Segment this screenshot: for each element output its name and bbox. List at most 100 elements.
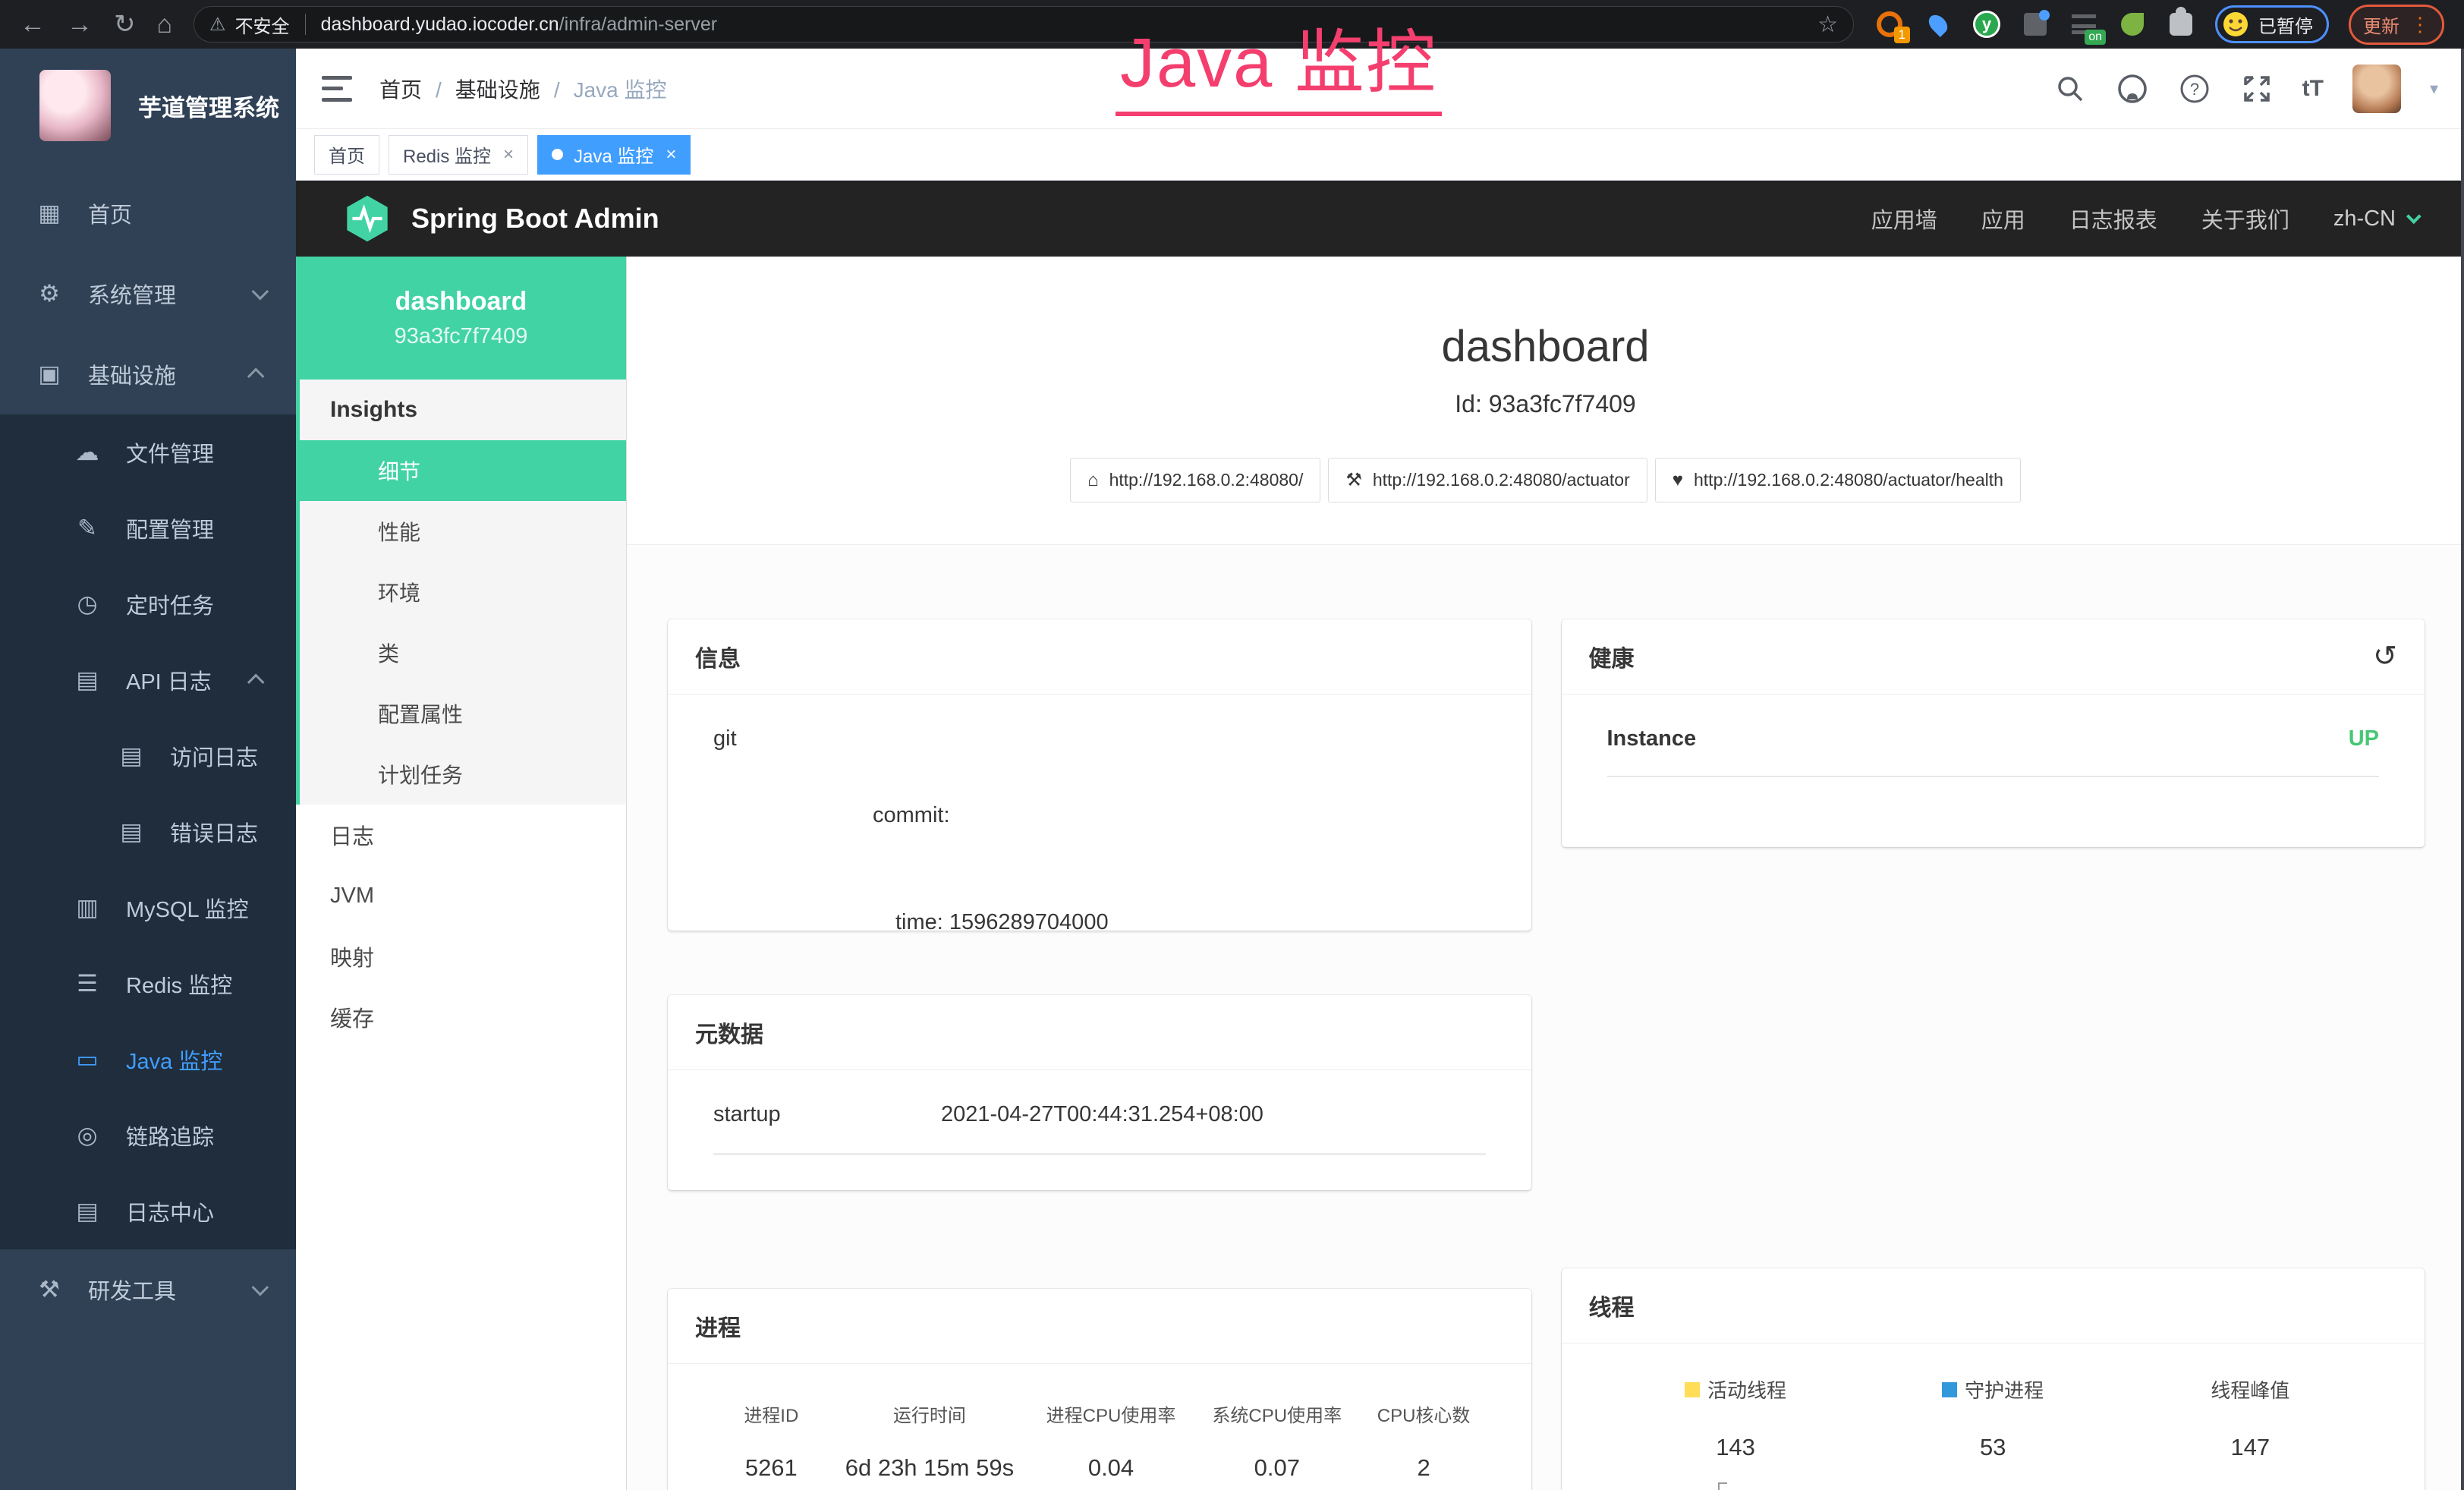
service-url: http://192.168.0.2:48080/ — [1109, 470, 1304, 490]
warning-icon: ⚠ — [209, 14, 226, 36]
breadcrumb-home[interactable]: 首页 — [379, 74, 422, 104]
sidebar-item-api-log[interactable]: ▤ API 日志 — [0, 642, 296, 718]
insights-item-environment[interactable]: 环境 — [300, 562, 626, 622]
app-logo[interactable]: 芋道管理系统 — [0, 49, 296, 162]
sidebar-item-dev-tools[interactable]: ⚒ 研发工具 — [0, 1249, 296, 1330]
search-icon[interactable] — [2053, 72, 2087, 106]
insights-item-config-props[interactable]: 配置属性 — [300, 683, 626, 744]
sidebar-item-trace[interactable]: ◎ 链路追踪 — [0, 1098, 296, 1173]
page-title: dashboard — [627, 321, 2464, 372]
sidebar-item-redis[interactable]: ☰ Redis 监控 — [0, 946, 296, 1022]
info-card: 信息 git commit: time: 1596289704000 id: 2… — [668, 619, 1531, 931]
extension-switch-icon[interactable]: on — [2069, 10, 2098, 39]
process-card: 进程 进程ID 5261 运行时间 — [668, 1289, 1531, 1490]
instance-header[interactable]: dashboard 93a3fc7f7409 — [296, 257, 626, 380]
font-size-icon[interactable]: tT — [2302, 76, 2324, 102]
locale-dropdown[interactable]: zh-CN — [2333, 206, 2417, 232]
sidebar-item-file[interactable]: ☁ 文件管理 — [0, 414, 296, 490]
chevron-up-icon — [247, 368, 265, 386]
insights-item-details[interactable]: 细节 — [300, 440, 626, 501]
instance-label: Instance — [1607, 726, 1697, 751]
git-value: commit: time: 1596289704000 id: 27aa832 … — [873, 726, 1109, 931]
history-icon[interactable]: ↺ — [2373, 642, 2397, 671]
github-icon[interactable] — [2116, 72, 2149, 106]
breadcrumb-current: Java 监控 — [554, 74, 667, 104]
process-col-cpus: CPU核心数 2 — [1362, 1400, 1486, 1482]
fullscreen-icon[interactable] — [2240, 72, 2274, 106]
tag-home[interactable]: 首页 — [314, 135, 379, 175]
user-avatar[interactable] — [2352, 65, 2401, 113]
metadata-card-header: 元数据 — [668, 995, 1531, 1070]
window-scrollbar-edge[interactable] — [2461, 49, 2464, 1490]
extension-y-icon[interactable]: y — [1972, 10, 2001, 39]
main-content: dashboard Id: 93a3fc7f7409 ⌂ http://192.… — [627, 257, 2464, 1490]
extension-pin-icon[interactable] — [1924, 10, 1953, 39]
security-label[interactable]: 不安全 — [235, 11, 290, 38]
sba-nav-wallboard[interactable]: 应用墙 — [1871, 203, 1937, 235]
locale-label: zh-CN — [2333, 206, 2396, 232]
insights-item-classes[interactable]: 类 — [300, 622, 626, 683]
breadcrumb-infra[interactable]: 基础设施 — [436, 74, 540, 104]
sidebar-item-home[interactable]: ▦ 首页 — [0, 173, 296, 254]
sidebar-item-jvm[interactable]: JVM — [296, 865, 626, 926]
svg-text:?: ? — [2190, 80, 2199, 99]
sidebar-item-mysql[interactable]: ▥ MySQL 监控 — [0, 870, 296, 946]
address-bar[interactable]: ⚠ 不安全 dashboard.yudao.iocoder.cn/infra/a… — [194, 6, 1854, 43]
spring-boot-admin-logo — [343, 194, 392, 243]
browser-home-icon[interactable]: ⌂ — [157, 11, 173, 37]
browser-back-icon[interactable]: ← — [20, 11, 46, 37]
url-host: dashboard.yudao.iocoder.cn — [321, 14, 559, 36]
health-url-link[interactable]: ♥ http://192.168.0.2:48080/actuator/heal… — [1655, 458, 2021, 502]
insights-item-metrics[interactable]: 性能 — [300, 501, 626, 562]
service-url-link[interactable]: ⌂ http://192.168.0.2:48080/ — [1070, 458, 1320, 502]
blue-swatch-icon — [1942, 1382, 1957, 1397]
profile-chip[interactable]: 已暂停 — [2215, 5, 2329, 43]
close-icon[interactable]: × — [503, 144, 514, 165]
close-icon[interactable]: × — [666, 144, 676, 165]
tag-java-active[interactable]: Java 监控 × — [537, 135, 691, 175]
extension-grid-icon[interactable] — [2021, 10, 2050, 39]
app-sidebar: 芋道管理系统 ▦ 首页 ⚙ 系统管理 ▣ 基础设施 ☁ 文件管理 — [0, 49, 296, 1490]
git-time-line: time: 1596289704000 — [873, 905, 1109, 931]
legend-live: 活动线程 — [1607, 1375, 1865, 1403]
log-icon: ▤ — [114, 742, 149, 770]
sidebar-item-label: 定时任务 — [126, 588, 214, 620]
sidebar-item-config[interactable]: ✎ 配置管理 — [0, 490, 296, 566]
sidebar-item-caches[interactable]: 缓存 — [296, 987, 626, 1047]
bookmark-star-icon[interactable]: ☆ — [1817, 11, 1838, 38]
actuator-url-link[interactable]: ⚒ http://192.168.0.2:48080/actuator — [1328, 458, 1647, 502]
git-info-row: git commit: time: 1596289704000 id: 27aa… — [713, 726, 1486, 931]
sba-nav-applications[interactable]: 应用 — [1981, 203, 2025, 235]
tag-label: Redis 监控 — [403, 141, 491, 168]
extension-leaf-icon[interactable] — [2118, 10, 2147, 39]
sba-nav-about[interactable]: 关于我们 — [2201, 203, 2289, 235]
sidebar-item-infra[interactable]: ▣ 基础设施 — [0, 334, 296, 414]
user-caret-icon[interactable]: ▾ — [2430, 79, 2438, 99]
sba-nav-journal[interactable]: 日志报表 — [2069, 203, 2157, 235]
sidebar-item-logs[interactable]: 日志 — [296, 805, 626, 865]
extension-circle-icon[interactable]: 1 — [1875, 10, 1904, 39]
edit-icon: ✎ — [70, 515, 105, 542]
startup-row: startup 2021-04-27T00:44:31.254+08:00 — [713, 1102, 1486, 1155]
sidebar-item-log-center[interactable]: ▤ 日志中心 — [0, 1173, 296, 1249]
sidebar-item-mappings[interactable]: 映射 — [296, 926, 626, 987]
screen: ← → ↻ ⌂ ⚠ 不安全 dashboard.yudao.iocoder.cn… — [0, 0, 2464, 1490]
sidebar-item-label: 研发工具 — [88, 1274, 176, 1306]
browser-menu-icon[interactable]: ⋮ — [2410, 13, 2430, 36]
sidebar-item-java[interactable]: ▭ Java 监控 — [0, 1022, 296, 1098]
sidebar-item-job[interactable]: ◷ 定时任务 — [0, 566, 296, 642]
tag-redis[interactable]: Redis 监控 × — [389, 135, 528, 175]
right-column: 健康 ↺ Instance UP — [1562, 619, 2425, 1490]
sidebar-item-access-log[interactable]: ▤ 访问日志 — [0, 718, 296, 794]
sidebar-item-error-log[interactable]: ▤ 错误日志 — [0, 794, 296, 870]
daemon-threads-value: 53 — [1865, 1434, 2122, 1461]
update-button[interactable]: 更新 ⋮ — [2349, 5, 2444, 45]
extensions-puzzle-icon[interactable] — [2167, 10, 2195, 39]
insights-item-scheduled-tasks[interactable]: 计划任务 — [300, 744, 626, 805]
browser-forward-icon[interactable]: → — [67, 11, 93, 37]
browser-reload-icon[interactable]: ↻ — [114, 11, 136, 37]
sidebar-item-system[interactable]: ⚙ 系统管理 — [0, 254, 296, 334]
help-icon[interactable]: ? — [2178, 72, 2211, 106]
sidebar-item-label: 链路追踪 — [126, 1120, 214, 1151]
hamburger-icon[interactable] — [322, 76, 352, 102]
